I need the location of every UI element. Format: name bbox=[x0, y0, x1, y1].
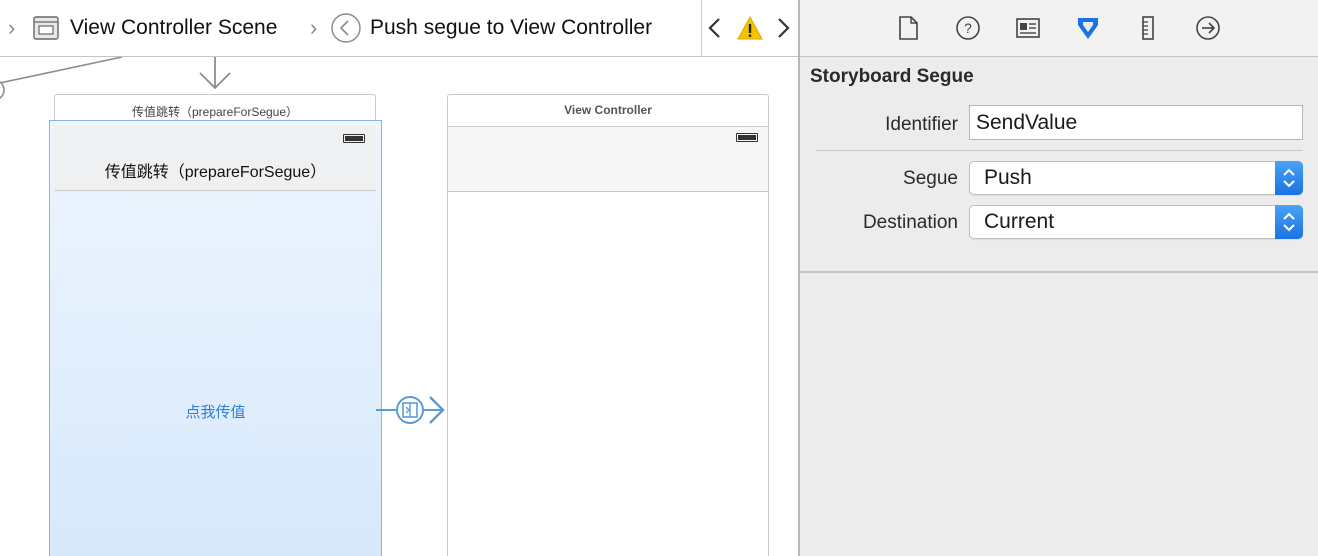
push-segue-connector[interactable] bbox=[376, 393, 448, 429]
warning-icon[interactable] bbox=[736, 14, 764, 42]
help-icon[interactable]: ? bbox=[954, 14, 982, 42]
source-view-controller[interactable]: 传值跳转（prepareForSegue） 点我传值 bbox=[49, 120, 382, 556]
connections-icon[interactable] bbox=[1194, 14, 1222, 42]
attributes-icon[interactable] bbox=[1074, 14, 1102, 42]
segue-popup[interactable]: Push bbox=[969, 161, 1303, 195]
breadcrumb-segue[interactable]: Push segue to View Controller bbox=[370, 0, 652, 56]
scene-title: 传值跳转（prepareForSegue） bbox=[131, 105, 299, 119]
navigation-bar: 传值跳转（prepareForSegue） bbox=[55, 126, 376, 191]
navigation-bar bbox=[448, 126, 768, 192]
identifier-field[interactable]: SendValue bbox=[969, 105, 1303, 140]
chevron-up-down-icon[interactable] bbox=[1275, 205, 1303, 239]
destination-label: Destination bbox=[862, 212, 958, 233]
segue-value: Push bbox=[984, 166, 1032, 189]
inspector-tabs: ? bbox=[800, 0, 1318, 57]
segue-label: Segue bbox=[903, 168, 958, 189]
battery-icon bbox=[736, 133, 758, 142]
next-issue-button[interactable] bbox=[774, 16, 792, 40]
chevron-up-down-icon[interactable] bbox=[1275, 161, 1303, 195]
file-icon[interactable] bbox=[894, 14, 922, 42]
nav-title: 传值跳转（prepareForSegue） bbox=[104, 164, 327, 181]
inspector-panel: ? Storyboard Segue Identifier SendValue … bbox=[800, 0, 1318, 556]
send-value-button[interactable]: 点我传值 bbox=[50, 401, 381, 422]
scene-title: View Controller bbox=[564, 103, 652, 117]
jump-bar: › View Controller Scene › Push segue to … bbox=[0, 0, 798, 57]
storyboard-canvas[interactable]: 传值跳转（prepareForSegue） 传值跳转（prepareForSeg… bbox=[0, 57, 798, 556]
divider bbox=[701, 0, 702, 56]
chevron-right-icon: › bbox=[310, 15, 318, 40]
segue-back-icon bbox=[330, 12, 362, 44]
identifier-label: Identifier bbox=[885, 114, 958, 135]
previous-issue-button[interactable] bbox=[706, 16, 724, 40]
destination-scene[interactable]: View Controller bbox=[447, 94, 769, 556]
destination-popup[interactable]: Current bbox=[969, 205, 1303, 239]
destination-value: Current bbox=[984, 210, 1055, 233]
breadcrumb-scene[interactable]: View Controller Scene bbox=[70, 0, 277, 56]
divider bbox=[800, 271, 1318, 273]
svg-text:?: ? bbox=[964, 20, 972, 36]
divider bbox=[816, 150, 1303, 151]
chevron-right-icon: › bbox=[8, 15, 16, 40]
battery-icon bbox=[343, 134, 365, 143]
scene-icon bbox=[32, 14, 60, 42]
identity-icon[interactable] bbox=[1014, 14, 1042, 42]
size-icon[interactable] bbox=[1134, 14, 1162, 42]
section-title: Storyboard Segue bbox=[810, 66, 974, 87]
